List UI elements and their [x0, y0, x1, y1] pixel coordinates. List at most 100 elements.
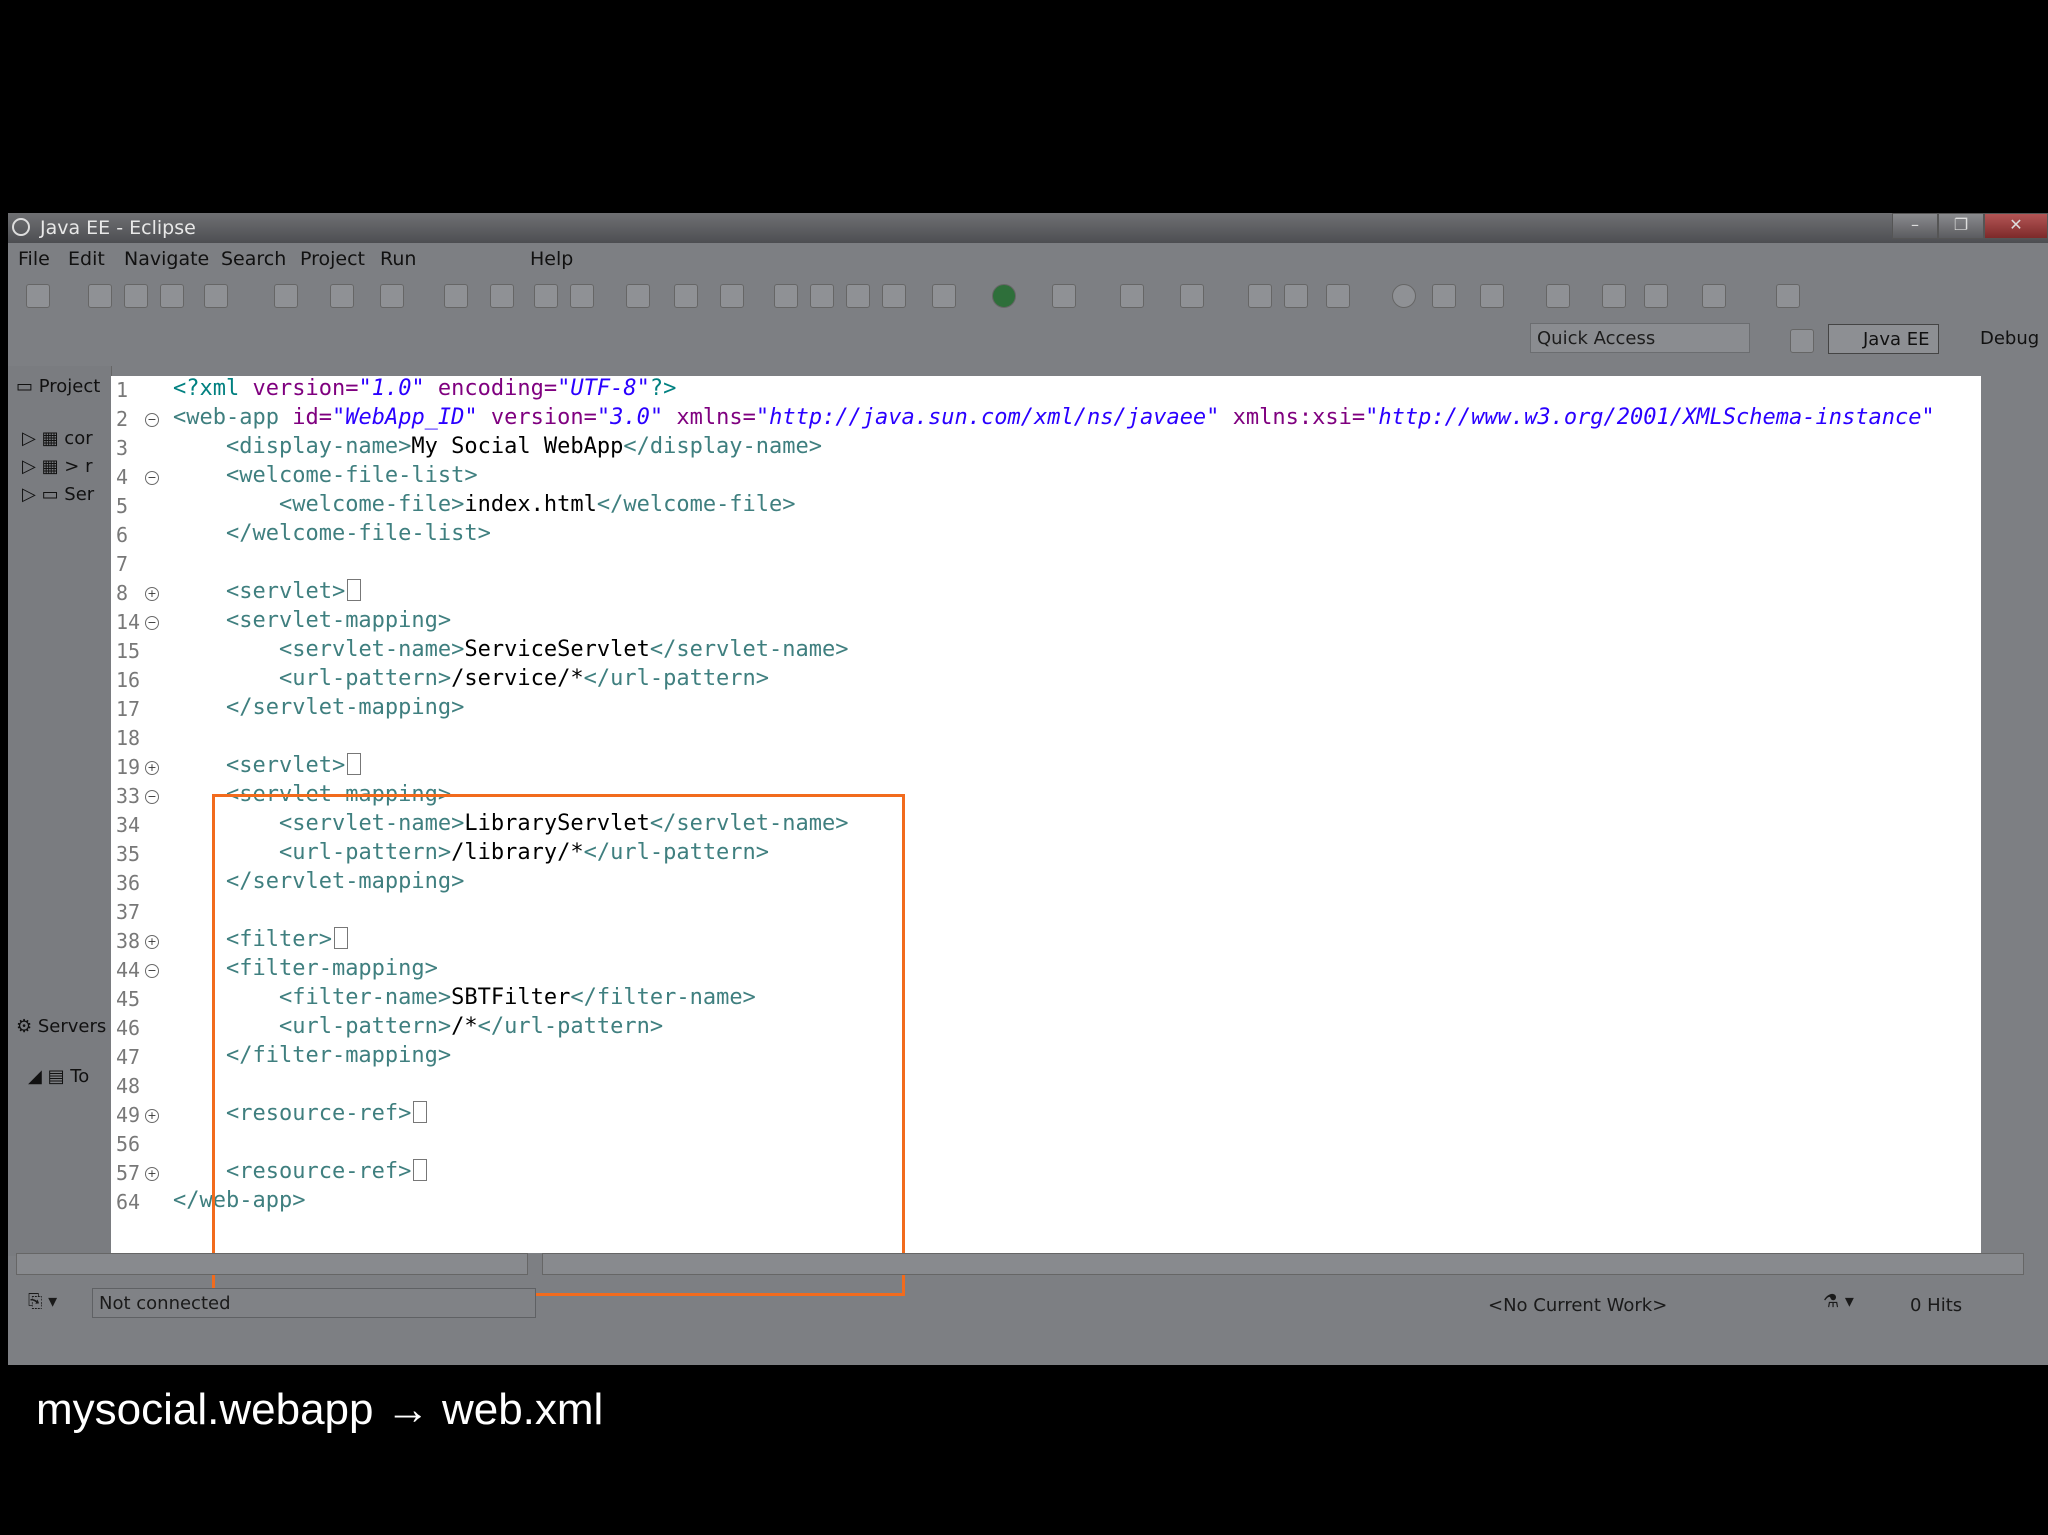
resume-icon[interactable]: [774, 284, 798, 308]
editor-horizontal-scrollbar[interactable]: [542, 1253, 2024, 1275]
hammer-icon[interactable]: [1326, 284, 1350, 308]
menu-navigate[interactable]: Navigate: [124, 248, 209, 270]
menu-help[interactable]: Help: [530, 248, 573, 270]
expand-fold-icon[interactable]: +: [145, 761, 159, 775]
perspective-java-ee[interactable]: Java EE: [1828, 324, 1939, 354]
search-icon[interactable]: [1432, 284, 1456, 308]
refactor-icon[interactable]: [570, 284, 594, 308]
servers-icon: ⚙: [16, 1016, 38, 1037]
code-line: <servlet-name>ServiceServlet</servlet-na…: [278, 637, 849, 662]
debug-icon[interactable]: [932, 284, 956, 308]
open-folder-icon[interactable]: [1284, 284, 1308, 308]
tree-item[interactable]: ▷ ▦ > r: [22, 456, 93, 477]
new-server-icon[interactable]: [204, 284, 228, 308]
new-icon[interactable]: [26, 284, 50, 308]
menu-project[interactable]: Project: [300, 248, 365, 270]
window-title: Java EE - Eclipse: [40, 217, 196, 239]
line-number: 35: [116, 842, 141, 866]
open-perspective-icon[interactable]: [1790, 329, 1814, 353]
highlight-box: [212, 794, 905, 1296]
format-icon[interactable]: [534, 284, 558, 308]
left-horizontal-scrollbar[interactable]: [16, 1253, 528, 1275]
connection-icon[interactable]: ⎘ ▾: [28, 1291, 57, 1312]
edit-location-icon[interactable]: [1602, 284, 1626, 308]
connection-status-field[interactable]: Not connected: [92, 1288, 536, 1318]
line-number: 16: [116, 668, 141, 692]
servers-tab[interactable]: ⚙ Servers: [16, 1016, 106, 1037]
window-icon[interactable]: [380, 284, 404, 308]
project-explorer-tab-label: Project: [38, 376, 101, 397]
pin-editor-icon[interactable]: [1776, 284, 1800, 308]
snapshot-icon[interactable]: [330, 284, 354, 308]
pin-icon[interactable]: [626, 284, 650, 308]
code-line: <web-app id="WebApp_ID" version="3.0" xm…: [173, 405, 1935, 430]
suspend-icon[interactable]: [810, 284, 834, 308]
perspective-debug[interactable]: Debug: [1940, 324, 2039, 354]
collapse-fold-icon[interactable]: −: [145, 413, 159, 427]
close-button[interactable]: ✕: [1984, 213, 2048, 239]
menu-file[interactable]: File: [18, 248, 50, 270]
terminate-icon[interactable]: [846, 284, 870, 308]
line-number: 15: [116, 639, 141, 663]
menu-bar: File Edit Navigate Search Project Run He…: [8, 246, 2048, 272]
collapse-fold-icon[interactable]: −: [145, 964, 159, 978]
tree-item[interactable]: ▷ ▦ cor: [22, 428, 93, 449]
last-edit-icon[interactable]: [1546, 284, 1570, 308]
globe-icon[interactable]: [1392, 284, 1416, 308]
line-number: 1: [116, 378, 129, 402]
maximize-button[interactable]: ❐: [1938, 213, 1984, 239]
task-icon[interactable]: [444, 284, 468, 308]
open-type-icon[interactable]: [1248, 284, 1272, 308]
code-line: </servlet-mapping>: [225, 695, 465, 720]
new-service-icon[interactable]: [1180, 284, 1204, 308]
line-number: 17: [116, 697, 141, 721]
back-icon[interactable]: [1644, 284, 1668, 308]
run-icon[interactable]: [992, 284, 1016, 308]
quick-access-input[interactable]: Quick Access: [1530, 323, 1750, 353]
tree-item[interactable]: ▷ ▭ Ser: [22, 484, 94, 505]
skip-breakpoints-icon[interactable]: [490, 284, 514, 308]
minimize-button[interactable]: –: [1892, 213, 1938, 239]
step-icon[interactable]: [720, 284, 744, 308]
server-item[interactable]: ◢ ▤ To: [28, 1066, 89, 1087]
project-explorer-tab[interactable]: ▭ Project: [16, 376, 100, 397]
line-number: 14: [116, 610, 141, 634]
collapse-fold-icon[interactable]: −: [145, 471, 159, 485]
server-item-label: To: [70, 1066, 90, 1087]
collapse-fold-icon[interactable]: −: [145, 790, 159, 804]
new-file-icon[interactable]: [274, 284, 298, 308]
save-all-icon[interactable]: [124, 284, 148, 308]
annotation-icon[interactable]: [1480, 284, 1504, 308]
disconnect-icon[interactable]: [882, 284, 906, 308]
line-number: 18: [116, 726, 141, 750]
menu-search[interactable]: Search: [221, 248, 286, 270]
print-icon[interactable]: [160, 284, 184, 308]
line-number: 4: [116, 465, 129, 489]
menu-run[interactable]: Run: [380, 248, 416, 270]
expand-fold-icon[interactable]: +: [145, 1109, 159, 1123]
perspective-debug-label: Debug: [1980, 328, 2040, 349]
line-number: 46: [116, 1016, 141, 1040]
forward-icon[interactable]: [1702, 284, 1726, 308]
save-icon[interactable]: [88, 284, 112, 308]
tree-item-label: cor: [64, 428, 93, 449]
line-number: 57: [116, 1161, 141, 1185]
menu-edit[interactable]: Edit: [68, 248, 105, 270]
collapse-fold-icon[interactable]: −: [145, 616, 159, 630]
new-class-icon[interactable]: [1120, 284, 1144, 308]
eclipse-icon: [12, 218, 30, 236]
line-number: 33: [116, 784, 141, 808]
eclipse-window: Java EE - Eclipse – ❐ ✕ File Edit Naviga…: [8, 213, 2048, 1365]
collapsed-block-icon[interactable]: [347, 579, 362, 601]
line-number: 6: [116, 523, 129, 547]
line-number: 48: [116, 1074, 141, 1098]
filter-icon[interactable]: ⚗ ▾: [1823, 1291, 1854, 1312]
expand-fold-icon[interactable]: +: [145, 587, 159, 601]
code-line: <welcome-file>index.html</welcome-file>: [278, 492, 796, 517]
link-icon[interactable]: [674, 284, 698, 308]
expand-fold-icon[interactable]: +: [145, 935, 159, 949]
external-tools-icon[interactable]: [1052, 284, 1076, 308]
expand-fold-icon[interactable]: +: [145, 1167, 159, 1181]
collapsed-block-icon[interactable]: [347, 753, 362, 775]
code-line: <servlet-mapping>: [225, 608, 452, 633]
